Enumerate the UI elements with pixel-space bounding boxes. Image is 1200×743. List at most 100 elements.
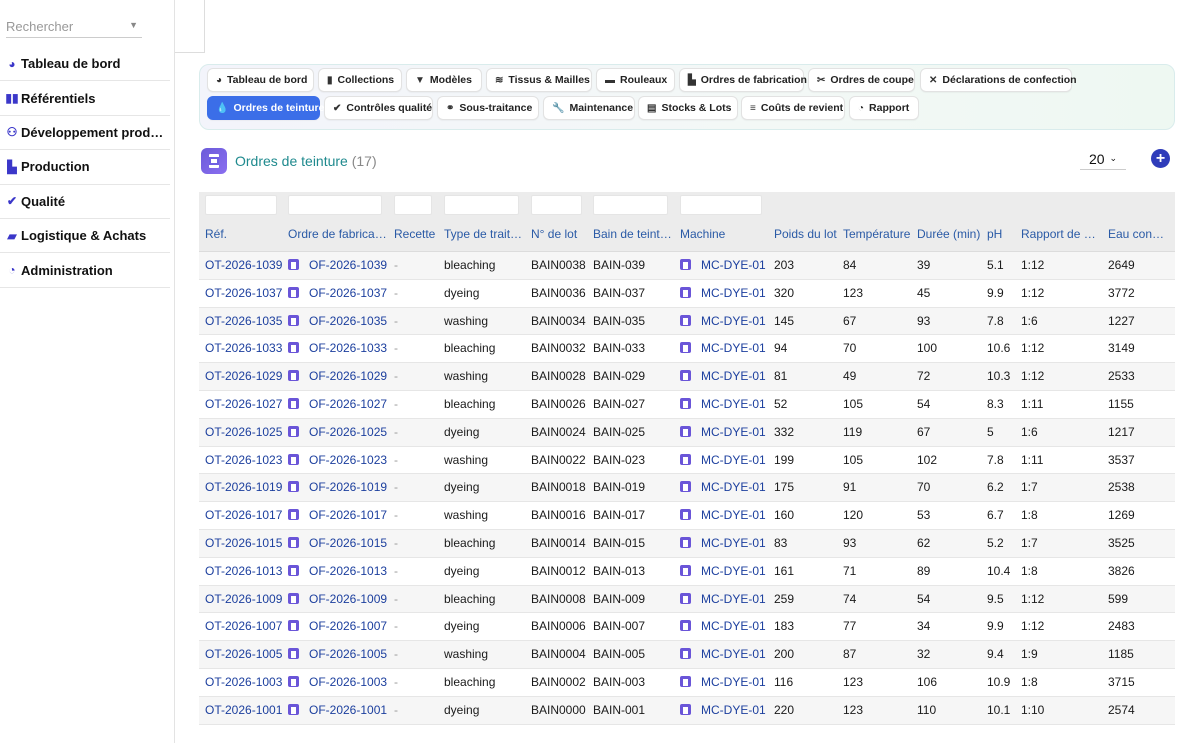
column-header[interactable]: N° de lot (531, 222, 587, 252)
machine-link[interactable]: MC-DYE-01 (680, 502, 770, 530)
column-filter-input[interactable] (444, 195, 519, 215)
tab-controles-qualite[interactable]: ✔ Contrôles qualité (324, 96, 433, 120)
column-filter-input[interactable] (593, 195, 668, 215)
column-header[interactable]: Eau consom… (1108, 222, 1169, 252)
column-header[interactable]: Machine (680, 222, 768, 252)
ref-link[interactable]: OT-2026-1003 (205, 669, 284, 697)
column-header[interactable]: Rapport de b… (1021, 222, 1102, 252)
table-row[interactable]: OT-2026-1039 OF-2026-1039- bleaching BAIN00… (199, 252, 1175, 280)
ref-link[interactable]: OT-2026-1017 (205, 502, 284, 530)
column-filter-input[interactable] (531, 195, 582, 215)
ref-link[interactable]: OT-2026-1009 (205, 586, 284, 614)
machine-link[interactable]: MC-DYE-01 (680, 613, 770, 641)
machine-link[interactable]: MC-DYE-01 (680, 363, 770, 391)
tab-ordres-de-teinture[interactable]: 💧 Ordres de teinture (207, 96, 324, 120)
table-row[interactable]: OT-2026-1005 OF-2026-1005- washing BAIN0004… (199, 641, 1175, 669)
ref-link[interactable]: OT-2026-1007 (205, 613, 284, 641)
table-row[interactable]: OT-2026-1007 OF-2026-1007- dyeing BAIN0006 B… (199, 613, 1175, 642)
tab-declarations-de-confection[interactable]: ✕ Déclarations de confection (920, 68, 1077, 92)
page-size-select[interactable]: 20 ⌄ (1080, 148, 1126, 170)
table-row[interactable]: OT-2026-1003 OF-2026-1003- bleaching BAIN00… (199, 668, 1175, 697)
table-row[interactable]: OT-2026-1029 OF-2026-1029- washing BAIN0028… (199, 363, 1175, 391)
tab-ordres-de-coupe[interactable]: ✂ Ordres de coupe (808, 68, 915, 92)
chevron-down-icon[interactable]: ▼ (129, 20, 138, 30)
machine-link[interactable]: MC-DYE-01 (680, 697, 770, 725)
sidebar-item-developpement-prod[interactable]: ⚇ Développement prod… (0, 116, 170, 151)
tab-rouleaux[interactable]: ▬ Rouleaux (596, 68, 675, 92)
tab-sous-traitance[interactable]: ⚭ Sous-traitance (437, 96, 539, 120)
manufacturing-order-link[interactable]: OF-2026-1007 (288, 613, 390, 641)
manufacturing-order-link[interactable]: OF-2026-1003 (288, 669, 390, 697)
machine-link[interactable]: MC-DYE-01 (680, 558, 770, 586)
ref-link[interactable]: OT-2026-1015 (205, 530, 284, 558)
table-row[interactable]: OT-2026-1017 OF-2026-1017- washing BAIN0016… (199, 502, 1175, 530)
machine-link[interactable]: MC-DYE-01 (680, 280, 770, 308)
manufacturing-order-link[interactable]: OF-2026-1005 (288, 641, 390, 669)
machine-link[interactable]: MC-DYE-01 (680, 391, 770, 419)
manufacturing-order-link[interactable]: OF-2026-1015 (288, 530, 390, 558)
sidebar-item-qualite[interactable]: ✔ Qualité (0, 185, 170, 219)
manufacturing-order-link[interactable]: OF-2026-1017 (288, 502, 390, 530)
tab-maintenance[interactable]: 🔧 Maintenance (543, 96, 635, 120)
tab-tissus-mailles[interactable]: ≋ Tissus & Mailles (486, 68, 592, 92)
column-header[interactable]: Température (843, 222, 911, 252)
table-row[interactable]: OT-2026-1009 OF-2026-1009- bleaching BAIN00… (199, 585, 1175, 614)
column-filter-input[interactable] (205, 195, 277, 215)
table-row[interactable]: OT-2026-1033 OF-2026-1033- bleaching BAIN00… (199, 335, 1175, 364)
column-header[interactable]: Réf. (205, 222, 282, 252)
column-filter-input[interactable] (394, 195, 432, 215)
tab-tableau-de-bord[interactable]: ◕ Tableau de bord (207, 68, 314, 92)
ref-link[interactable]: OT-2026-1025 (205, 419, 284, 447)
tab-couts-de-revient[interactable]: ≡ Coûts de revient (741, 96, 845, 120)
tab-stocks-lots[interactable]: ▤ Stocks & Lots (638, 96, 738, 120)
column-header[interactable]: Ordre de fabrica… (288, 222, 388, 252)
machine-link[interactable]: MC-DYE-01 (680, 335, 770, 363)
machine-link[interactable]: MC-DYE-01 (680, 530, 770, 558)
machine-link[interactable]: MC-DYE-01 (680, 474, 770, 502)
manufacturing-order-link[interactable]: OF-2026-1033 (288, 335, 390, 363)
column-header[interactable]: Poids du lot (774, 222, 837, 252)
column-header[interactable]: Bain de teint… (593, 222, 674, 252)
table-row[interactable]: OT-2026-1035 OF-2026-1035- washing BAIN0034… (199, 307, 1175, 336)
column-filter-input[interactable] (680, 195, 762, 215)
ref-link[interactable]: OT-2026-1027 (205, 391, 284, 419)
column-header[interactable]: Recette (394, 222, 438, 252)
machine-link[interactable]: MC-DYE-01 (680, 669, 770, 697)
machine-link[interactable]: MC-DYE-01 (680, 308, 770, 336)
manufacturing-order-link[interactable]: OF-2026-1037 (288, 280, 390, 308)
ref-link[interactable]: OT-2026-1013 (205, 558, 284, 586)
search-input[interactable] (6, 14, 124, 38)
ref-link[interactable]: OT-2026-1035 (205, 308, 284, 336)
manufacturing-order-link[interactable]: OF-2026-1029 (288, 363, 390, 391)
ref-link[interactable]: OT-2026-1005 (205, 641, 284, 669)
machine-link[interactable]: MC-DYE-01 (680, 419, 770, 447)
tab-rapport[interactable]: ◔ Rapport (849, 96, 919, 120)
column-header[interactable]: Type de trait… (444, 222, 525, 252)
ref-link[interactable]: OT-2026-1019 (205, 474, 284, 502)
table-row[interactable]: OT-2026-1019 OF-2026-1019- dyeing BAIN0018 B… (199, 474, 1175, 503)
manufacturing-order-link[interactable]: OF-2026-1023 (288, 447, 390, 475)
manufacturing-order-link[interactable]: OF-2026-1009 (288, 586, 390, 614)
sidebar-item-referentiels[interactable]: ▮▮ Référentiels (0, 81, 170, 116)
ref-link[interactable]: OT-2026-1001 (205, 697, 284, 725)
ref-link[interactable]: OT-2026-1039 (205, 252, 284, 280)
sidebar-item-logistique-achats[interactable]: ▰ Logistique & Achats (0, 219, 170, 254)
manufacturing-order-link[interactable]: OF-2026-1013 (288, 558, 390, 586)
machine-link[interactable]: MC-DYE-01 (680, 641, 770, 669)
machine-link[interactable]: MC-DYE-01 (680, 252, 770, 280)
column-filter-input[interactable] (288, 195, 382, 215)
sidebar-item-production[interactable]: ▙ Production (0, 150, 170, 185)
table-row[interactable]: OT-2026-1023 OF-2026-1023- washing BAIN0022… (199, 446, 1175, 475)
column-header[interactable]: pH (987, 222, 1015, 252)
search-box[interactable]: ▼ (6, 14, 142, 38)
manufacturing-order-link[interactable]: OF-2026-1019 (288, 474, 390, 502)
machine-link[interactable]: MC-DYE-01 (680, 586, 770, 614)
manufacturing-order-link[interactable]: OF-2026-1035 (288, 308, 390, 336)
manufacturing-order-link[interactable]: OF-2026-1001 (288, 697, 390, 725)
table-row[interactable]: OT-2026-1027 OF-2026-1027- bleaching BAIN00… (199, 390, 1175, 419)
table-row[interactable]: OT-2026-1001 OF-2026-1001- dyeing BAIN0000 B… (199, 696, 1175, 725)
ref-link[interactable]: OT-2026-1023 (205, 447, 284, 475)
manufacturing-order-link[interactable]: OF-2026-1039 (288, 252, 390, 280)
add-button[interactable]: + (1151, 149, 1170, 168)
table-row[interactable]: OT-2026-1025 OF-2026-1025- dyeing BAIN0024 B… (199, 418, 1175, 447)
